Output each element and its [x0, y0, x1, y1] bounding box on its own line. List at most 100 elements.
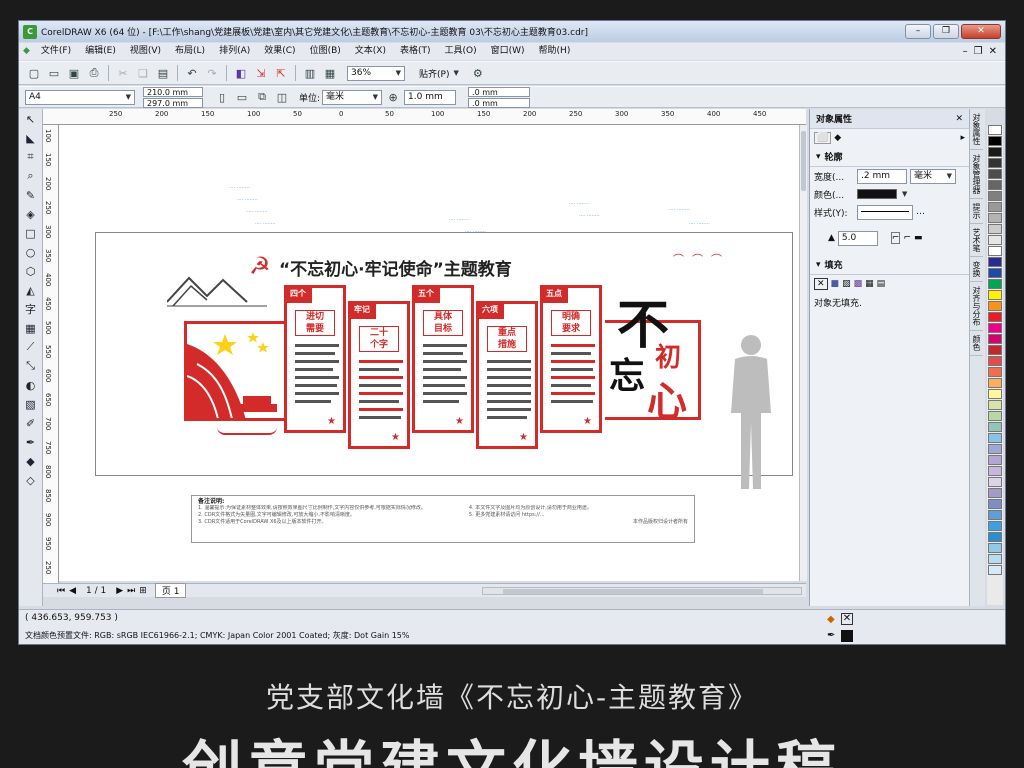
fountain-fill-icon[interactable]: ▨ — [842, 279, 851, 289]
previous-page-icon[interactable]: ◀ — [69, 586, 76, 596]
palette-swatch[interactable] — [988, 488, 1002, 498]
vertical-scrollbar[interactable] — [799, 125, 807, 581]
freehand-tool-icon[interactable]: ✎ — [20, 186, 42, 204]
last-page-icon[interactable]: ⏭ — [127, 586, 135, 596]
palette-swatch[interactable] — [988, 389, 1002, 399]
palette-swatch[interactable] — [988, 158, 1002, 168]
fill-section[interactable]: ▾ 填充 — [810, 255, 969, 275]
panel-menu-icon[interactable]: ▸ — [960, 133, 965, 143]
fill-none-swatch[interactable]: ✕ — [841, 613, 853, 625]
panel-close-icon[interactable]: ✕ — [955, 114, 963, 124]
outline-pen-icon[interactable]: ✒ — [20, 433, 42, 451]
line-cap-icon[interactable]: ⌐ — [903, 233, 911, 243]
palette-swatch[interactable] — [988, 367, 1002, 377]
copy-icon[interactable]: ❏ — [134, 64, 152, 82]
outline-color-swatch[interactable] — [857, 189, 897, 199]
minimize-button[interactable]: – — [905, 24, 931, 39]
basic-shapes-icon[interactable]: ◭ — [20, 281, 42, 299]
outline-section[interactable]: ▾ 轮廓 — [810, 147, 969, 167]
palette-swatch[interactable] — [988, 213, 1002, 223]
palette-swatch[interactable] — [988, 180, 1002, 190]
no-fill-icon[interactable]: ✕ — [814, 278, 828, 290]
pick-tool-icon[interactable]: ↖ — [20, 110, 42, 128]
uniform-fill-icon[interactable]: ■ — [831, 279, 840, 289]
outline-tab-icon[interactable]: ⬜ — [814, 132, 832, 144]
maximize-button[interactable]: ❐ — [933, 24, 959, 39]
export-icon[interactable]: ⇱ — [272, 64, 290, 82]
page-height-field[interactable]: 297.0 mm — [143, 97, 203, 108]
undo-icon[interactable]: ↶ — [183, 64, 201, 82]
document-menu-icon[interactable]: ◆ — [19, 43, 34, 60]
ellipse-tool-icon[interactable]: ○ — [20, 243, 42, 261]
palette-swatch[interactable] — [988, 235, 1002, 245]
open-icon[interactable]: ▭ — [45, 64, 63, 82]
palette-swatch[interactable] — [988, 444, 1002, 454]
menu-table[interactable]: 表格(T) — [393, 43, 438, 60]
palette-swatch[interactable] — [988, 257, 1002, 267]
palette-swatch[interactable] — [988, 400, 1002, 410]
palette-swatch[interactable] — [988, 543, 1002, 553]
rectangle-tool-icon[interactable]: □ — [20, 224, 42, 242]
corner-join-icon[interactable]: ⌐ — [890, 232, 901, 244]
fill-tool-icon[interactable]: ◆ — [20, 452, 42, 470]
doc-restore-icon[interactable]: ❐ — [974, 46, 983, 57]
dimension-tool-icon[interactable]: ⟋ — [20, 338, 42, 356]
new-document-icon[interactable]: ▢ — [25, 64, 43, 82]
transparency-tool-icon[interactable]: ▧ — [20, 395, 42, 413]
palette-swatch[interactable] — [988, 301, 1002, 311]
color-profile-info[interactable]: 文档颜色预置文件: RGB: sRGB IEC61966-2.1; CMYK: … — [25, 630, 409, 641]
palette-swatch[interactable] — [988, 125, 1002, 135]
coreldraw-icon[interactable]: C — [23, 24, 37, 39]
paste-icon[interactable]: ▤ — [154, 64, 172, 82]
palette-swatch[interactable] — [988, 411, 1002, 421]
all-pages-icon[interactable]: ⧉ — [253, 88, 271, 106]
palette-swatch[interactable] — [988, 433, 1002, 443]
palette-swatch[interactable] — [988, 279, 1002, 289]
connector-tool-icon[interactable]: ⤡ — [20, 357, 42, 375]
zoom-tool-icon[interactable]: ⌕ — [20, 167, 42, 185]
palette-swatch[interactable] — [988, 356, 1002, 366]
publish-pdf-icon[interactable]: ▥ — [301, 64, 319, 82]
text-tool-icon[interactable]: 字 — [20, 300, 42, 318]
duplicate-x-field[interactable]: .0 mm — [468, 86, 531, 97]
shape-tool-icon[interactable]: ◣ — [20, 129, 42, 147]
eyedropper-tool-icon[interactable]: ✐ — [20, 414, 42, 432]
duplicate-y-field[interactable]: .0 mm — [468, 97, 531, 108]
palette-swatch[interactable] — [988, 334, 1002, 344]
drawing-canvas[interactable]: ☭ “不忘初心·牢记使命”主题教育 四个 进切 需要 ★ 牢记 二十 个字 ★ … — [59, 125, 799, 581]
menu-text[interactable]: 文本(X) — [348, 43, 393, 60]
options-icon[interactable]: ⚙ — [469, 64, 487, 82]
palette-swatch[interactable] — [988, 532, 1002, 542]
snap-to-dropdown[interactable]: 贴齐(P) — [419, 67, 449, 80]
first-page-icon[interactable]: ⏮ — [57, 586, 65, 596]
doc-close-icon[interactable]: ✕ — [989, 46, 997, 57]
docker-tab[interactable]: 变换 — [970, 257, 983, 282]
menu-arrange[interactable]: 排列(A) — [212, 43, 257, 60]
outline-color-swatch[interactable] — [841, 630, 853, 642]
palette-swatch[interactable] — [988, 455, 1002, 465]
nudge-distance-field[interactable]: 1.0 mm — [404, 89, 457, 105]
menu-file[interactable]: 文件(F) — [34, 43, 78, 60]
miter-limit-field[interactable]: 5.0 — [837, 230, 878, 246]
menu-bitmaps[interactable]: 位图(B) — [303, 43, 348, 60]
palette-swatch[interactable] — [988, 224, 1002, 234]
docker-tab[interactable]: 颜色 — [970, 331, 983, 356]
interactive-fill-icon[interactable]: ◇ — [20, 471, 42, 489]
vertical-ruler[interactable]: 100 150 200 250 300 350 400 450 500 550 600 650 700 7… — [43, 125, 59, 585]
menu-window[interactable]: 窗口(W) — [484, 43, 532, 60]
palette-swatch[interactable] — [988, 422, 1002, 432]
docker-tab[interactable]: 对象管理器 — [970, 150, 983, 199]
texture-fill-icon[interactable]: ▦ — [865, 279, 874, 289]
menu-tools[interactable]: 工具(O) — [438, 43, 484, 60]
portrait-icon[interactable]: ▯ — [213, 88, 231, 106]
palette-swatch[interactable] — [988, 477, 1002, 487]
blend-tool-icon[interactable]: ◐ — [20, 376, 42, 394]
landscape-icon[interactable]: ▭ — [233, 88, 251, 106]
palette-swatch[interactable] — [988, 136, 1002, 146]
close-button[interactable]: ✕ — [961, 24, 1001, 39]
save-icon[interactable]: ▣ — [65, 64, 83, 82]
current-page-icon[interactable]: ◫ — [273, 88, 291, 106]
more-options-icon[interactable]: … — [916, 207, 925, 217]
crop-tool-icon[interactable]: ⌗ — [20, 148, 42, 166]
palette-swatch[interactable] — [988, 246, 1002, 256]
